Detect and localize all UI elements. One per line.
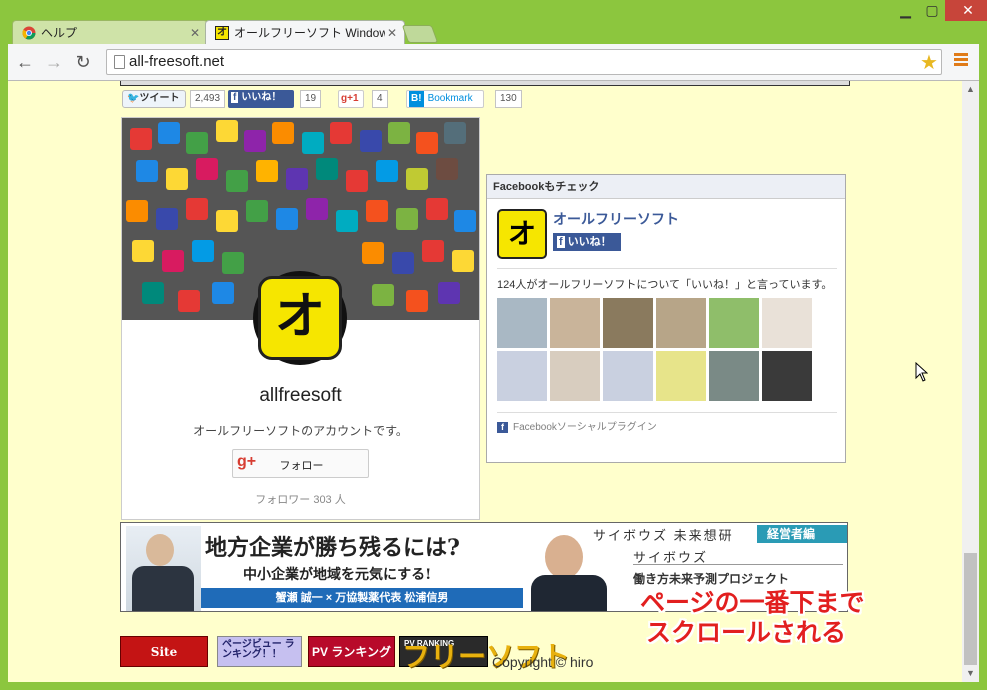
tab-strip: ヘルプ ✕ オ オールフリーソフト Windows ✕ ▁ ▢ ✕ [0, 0, 987, 44]
hatena-icon: B! [409, 91, 424, 107]
scroll-thumb[interactable] [964, 553, 977, 665]
tab-label: ヘルプ [41, 26, 78, 40]
pageview-ranking-badge[interactable]: ページビュー ランキング！！ [217, 636, 302, 667]
follow-label: フォロー [279, 460, 324, 472]
facebook-f-icon: f [231, 92, 239, 103]
bookmark-star-icon[interactable]: ★ [920, 50, 938, 75]
pv-ranking-badge[interactable]: PV ランキング [308, 636, 395, 667]
back-arrow-icon[interactable]: ← [14, 52, 36, 72]
fb-likes-text: 124人がオールフリーソフトについて「いいね！」と言っています。 [497, 279, 833, 291]
allfreesoft-favicon: オ [215, 26, 229, 40]
copyright: Copyright © hiro [492, 654, 594, 670]
fan-avatar[interactable] [709, 298, 759, 348]
facebook-f-icon: f [557, 236, 565, 248]
url-text: all-freesoft.net [129, 53, 225, 70]
tab-label: オールフリーソフト Windows [234, 26, 395, 40]
fan-avatar[interactable] [656, 298, 706, 348]
fb-page-name[interactable]: オールフリーソフト [553, 209, 679, 229]
caption-line-2: スクロールされる [646, 619, 847, 647]
fan-avatar-default[interactable] [497, 351, 547, 401]
fan-avatar[interactable] [656, 351, 706, 401]
minimize-icon[interactable]: ▁ [892, 0, 919, 21]
ad-badge: 経営者編 [757, 525, 847, 543]
ad-title: 地方企業が勝ち残るには? [205, 535, 460, 561]
divider [497, 268, 837, 269]
divider [633, 564, 843, 565]
ad-subtitle: 中小企業が地域を元気にする! [243, 567, 432, 583]
new-tab-button[interactable] [401, 25, 439, 43]
tab-allfreesoft[interactable]: オ オールフリーソフト Windows ✕ [205, 20, 405, 44]
gplus-button[interactable]: g+1 [338, 90, 364, 108]
browser-window: ヘルプ ✕ オ オールフリーソフト Windows ✕ ▁ ▢ ✕ ← → ↻ … [0, 0, 987, 690]
fb-page-like-label: いいね！ [567, 236, 612, 248]
fb-box-header: Facebookもチェック [487, 175, 845, 199]
page-icon [114, 55, 125, 69]
fb-plugin-label: Facebookソーシャルプラグイン [513, 422, 657, 433]
mouse-cursor-icon [915, 362, 928, 382]
follow-button[interactable]: g+ フォロー [232, 449, 369, 478]
ad-person-image [126, 526, 201, 611]
fb-page-like-button[interactable]: f いいね！ [553, 233, 621, 251]
ad-names: 蟹瀬 誠一 × 万協製薬代表 松浦信男 [201, 588, 523, 608]
facebook-like-box: Facebookもチェック オ オールフリーソフト f いいね！ 124人がオール… [486, 174, 846, 463]
profile-name[interactable]: allfreesoft [122, 385, 479, 407]
twitter-bird-icon: 🐦 [127, 93, 140, 104]
fb-like-count: 19 [300, 90, 322, 108]
gplus-count: 4 [372, 90, 388, 108]
toolbar: ← → ↻ all-freesoft.net ★ [8, 44, 979, 81]
fb-social-plugin-link[interactable]: f Facebookソーシャルプラグイン [497, 418, 657, 433]
maximize-icon[interactable]: ▢ [919, 0, 945, 21]
fb-page-logo[interactable]: オ [497, 209, 547, 259]
close-icon[interactable]: ✕ [190, 21, 200, 44]
vertical-scrollbar[interactable]: ▲ ▼ [962, 81, 979, 682]
site-ranking-badge[interactable]: Site Ranking [120, 636, 208, 667]
fan-avatar[interactable] [550, 298, 600, 348]
profile-description: オールフリーソフトのアカウントです。 [193, 424, 408, 438]
fan-avatar[interactable] [497, 298, 547, 348]
tweet-label: ツイート [139, 93, 180, 104]
facebook-f-icon: f [497, 422, 508, 433]
fb-like-label: いいね！ [241, 92, 282, 103]
hatena-count: 130 [495, 90, 522, 108]
reload-icon[interactable]: ↻ [72, 52, 94, 72]
facebook-like-button[interactable]: f いいね！ [228, 90, 294, 108]
fan-avatar[interactable] [550, 351, 600, 401]
divider [497, 412, 837, 413]
avatar-glyph: オ [258, 276, 342, 360]
close-window-icon[interactable]: ✕ [945, 0, 987, 21]
address-bar[interactable]: all-freesoft.net [106, 49, 942, 75]
fan-avatar[interactable] [762, 351, 812, 401]
hatena-bookmark-button[interactable]: B! Bookmark [406, 90, 484, 108]
avatar[interactable]: オ [253, 271, 347, 365]
page-content: 🐦ツイート 2,493 f いいね！ 19 g+1 4 B! Bookmark 13… [8, 81, 962, 682]
tab-help[interactable]: ヘルプ ✕ [12, 20, 208, 44]
ad-right-title: サイボウズ 未来想研 [593, 528, 734, 543]
fan-avatar[interactable] [762, 298, 812, 348]
tweet-count: 2,493 [190, 90, 226, 108]
gplus-label: +1 [347, 93, 359, 104]
top-banner-edge [120, 81, 850, 86]
menu-icon[interactable] [954, 53, 968, 68]
forward-arrow-icon[interactable]: → [43, 52, 65, 72]
chrome-icon [22, 26, 36, 40]
close-icon[interactable]: ✕ [384, 21, 397, 44]
fan-avatar-default[interactable] [603, 351, 653, 401]
follower-count: フォロワー 303 人 [255, 494, 346, 506]
fan-avatar[interactable] [603, 298, 653, 348]
hatena-label: Bookmark [427, 93, 473, 104]
tweet-button[interactable]: 🐦ツイート [122, 90, 186, 108]
scroll-up-icon[interactable]: ▲ [962, 81, 979, 98]
scroll-down-icon[interactable]: ▼ [962, 665, 979, 682]
gplus-profile-card: オ allfreesoft オールフリーソフトのアカウントです。 g+ フォロー… [121, 117, 480, 520]
fan-avatar[interactable] [709, 351, 759, 401]
